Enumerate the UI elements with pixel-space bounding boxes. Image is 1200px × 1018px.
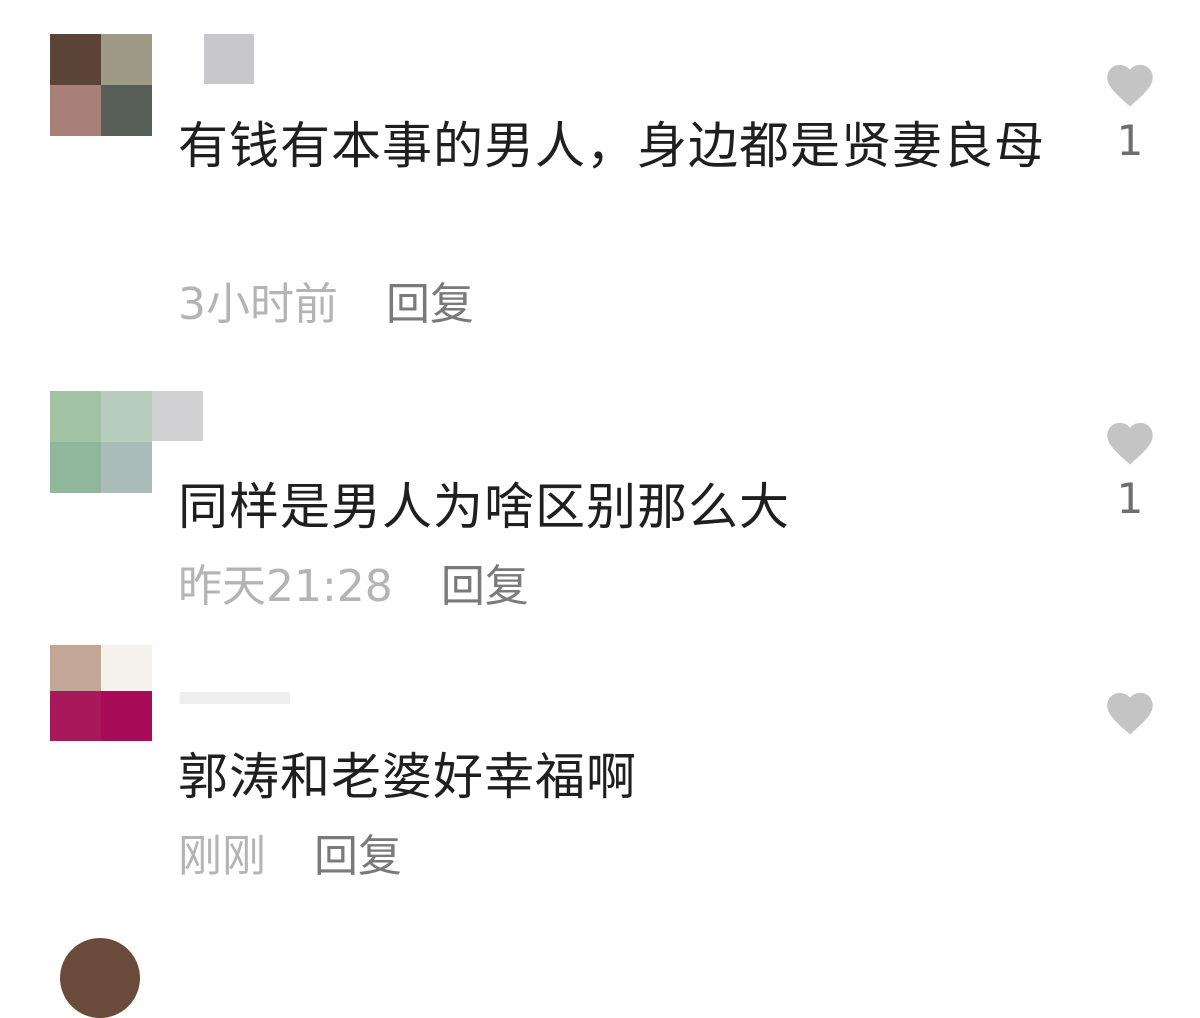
username-blurred[interactable]: [180, 692, 290, 704]
reply-button[interactable]: 回复: [314, 831, 402, 882]
avatar[interactable]: [50, 645, 152, 741]
avatar[interactable]: [60, 938, 140, 1018]
comment-meta: 刚刚 回复: [178, 832, 402, 882]
comment-time: 刚刚: [178, 831, 266, 882]
like-button[interactable]: [1100, 686, 1160, 744]
comment-item: 郭涛和老婆好幸福啊 刚刚 回复: [0, 0, 1200, 900]
comment-text: 郭涛和老婆好幸福啊: [178, 748, 637, 806]
avatar-pixel: [50, 691, 101, 741]
heart-icon: [1107, 692, 1153, 735]
avatar-pixel: [101, 645, 152, 691]
avatar-pixel: [101, 691, 152, 741]
avatar-pixel: [50, 645, 101, 691]
